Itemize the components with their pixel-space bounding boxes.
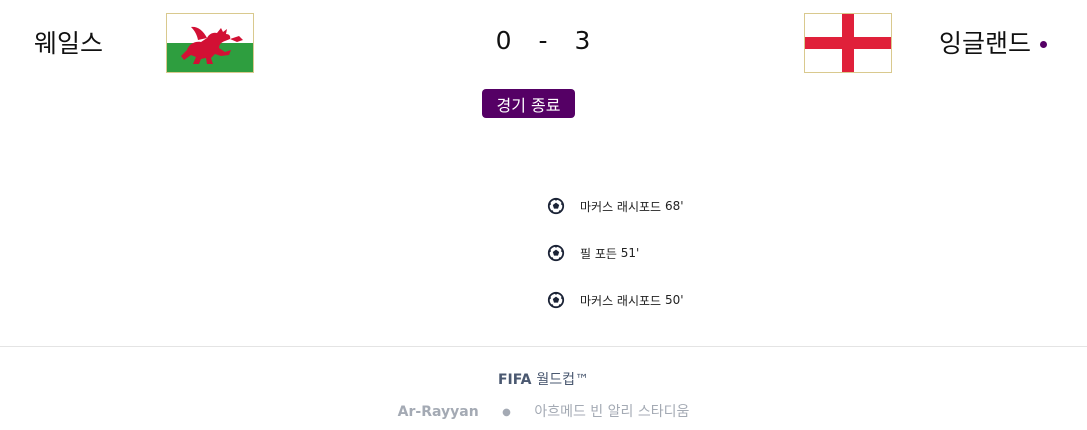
goal-scorer: 필 포든 bbox=[580, 246, 617, 261]
competition-prefix: FIFA bbox=[497, 372, 532, 388]
match-status-badge: 경기 종료 bbox=[482, 89, 575, 118]
away-team[interactable]: 잉글랜드 bbox=[939, 24, 1047, 60]
footer-divider bbox=[0, 346, 1087, 347]
home-score: 0 bbox=[495, 26, 513, 55]
goal-minute: 50' bbox=[664, 293, 684, 307]
goal-minute: 68' bbox=[664, 199, 684, 213]
goal-event: 마커스 래시포드 68' bbox=[547, 196, 684, 216]
soccer-ball-icon bbox=[547, 291, 565, 309]
venue-info: Ar-Rayyan ● 아흐메드 빈 알리 스타디움 bbox=[0, 401, 1087, 421]
soccer-ball-icon bbox=[547, 244, 565, 262]
competition-name: 월드컵™ bbox=[536, 372, 590, 388]
goal-event: 마커스 래시포드 50' bbox=[547, 290, 684, 310]
goal-minute: 51' bbox=[620, 246, 640, 260]
score-separator: - bbox=[538, 26, 549, 55]
soccer-ball-icon bbox=[547, 197, 565, 215]
away-indicator-dot bbox=[1040, 40, 1047, 48]
england-flag bbox=[804, 13, 892, 73]
away-team-name: 잉글랜드 bbox=[938, 29, 1031, 58]
venue-stadium: 아흐메드 빈 알리 스타디움 bbox=[534, 404, 690, 420]
away-score: 3 bbox=[574, 26, 592, 55]
score: 0 - 3 bbox=[0, 26, 1087, 55]
goal-event: 필 포든 51' bbox=[547, 243, 684, 263]
venue-separator: ● bbox=[502, 406, 511, 418]
goal-scorer: 마커스 래시포드 bbox=[580, 199, 662, 214]
goal-scorer: 마커스 래시포드 bbox=[580, 293, 662, 308]
goal-events: 마커스 래시포드 68' 필 포든 51' 마커스 래시포드 50' bbox=[547, 196, 684, 337]
competition-link[interactable]: FIFA 월드컵™ bbox=[0, 369, 1087, 389]
venue-city: Ar-Rayyan bbox=[397, 404, 479, 420]
